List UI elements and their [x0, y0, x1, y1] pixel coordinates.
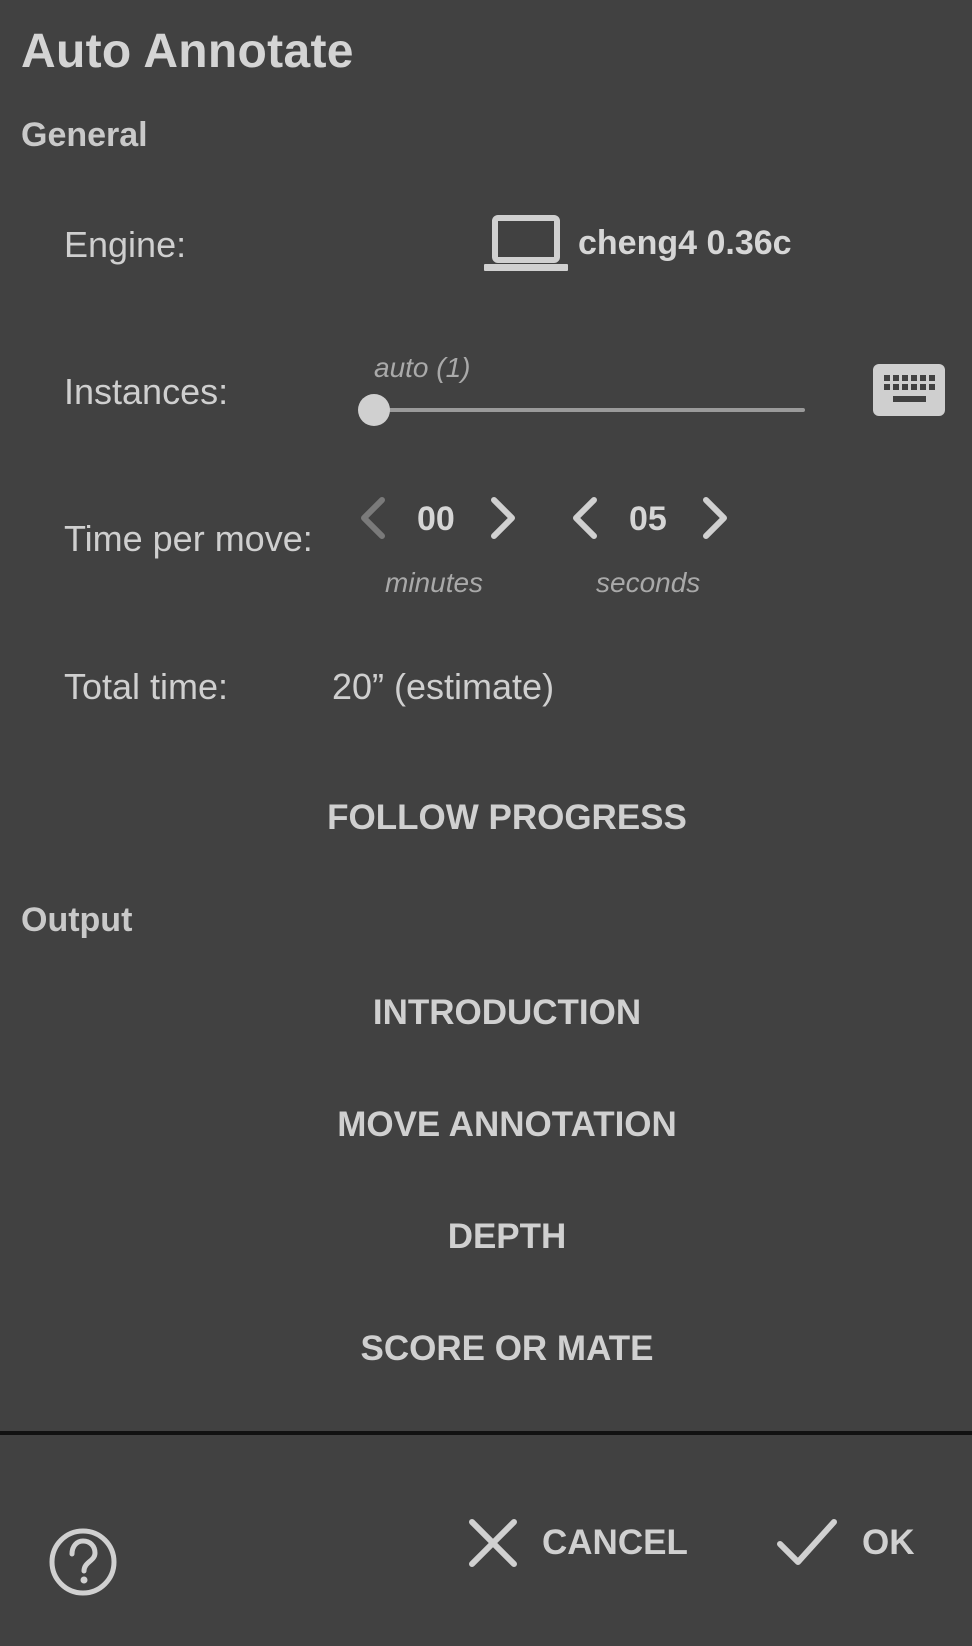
- output-option-score-or-mate[interactable]: SCORE OR MATE: [0, 1329, 972, 1369]
- minutes-increment-button[interactable]: [488, 496, 518, 545]
- instances-label: Instances:: [64, 371, 229, 412]
- section-general-heading: General: [21, 116, 148, 154]
- section-output-heading: Output: [21, 901, 133, 939]
- chevron-left-icon: [361, 497, 385, 539]
- total-time-value: 20” (estimate): [332, 666, 555, 707]
- keyboard-icon: [884, 375, 935, 402]
- ok-button[interactable]: OK: [776, 1516, 915, 1570]
- cancel-label: CANCEL: [542, 1523, 688, 1562]
- total-time-label: Total time:: [64, 666, 229, 707]
- seconds-value: 05: [629, 500, 667, 538]
- dialog-title: Auto Annotate: [21, 25, 354, 78]
- cancel-button[interactable]: CANCEL: [466, 1516, 688, 1570]
- checkmark-icon: [777, 1519, 837, 1565]
- footer-divider: [0, 1431, 972, 1435]
- instances-slider-thumb[interactable]: [358, 394, 390, 426]
- help-button[interactable]: [47, 1526, 119, 1603]
- laptop-icon: [484, 215, 568, 271]
- output-option-depth[interactable]: DEPTH: [0, 1217, 972, 1257]
- engine-selector[interactable]: [483, 214, 569, 279]
- seconds-unit-label: seconds: [596, 567, 701, 598]
- ok-label: OK: [862, 1523, 915, 1562]
- close-icon: [469, 1519, 517, 1567]
- instances-slider-track[interactable]: [373, 408, 805, 412]
- minutes-value: 00: [417, 500, 455, 538]
- time-per-move-label: Time per move:: [64, 518, 313, 559]
- chevron-left-icon: [573, 497, 597, 539]
- seconds-decrement-button[interactable]: [570, 496, 600, 545]
- chevron-right-icon: [703, 497, 727, 539]
- seconds-increment-button[interactable]: [700, 496, 730, 545]
- engine-name[interactable]: cheng4 0.36c: [578, 224, 792, 263]
- instances-hint: auto (1): [374, 352, 471, 383]
- output-option-move-annotation[interactable]: MOVE ANNOTATION: [0, 1105, 972, 1145]
- chevron-right-icon: [491, 497, 515, 539]
- engine-label: Engine:: [64, 224, 187, 265]
- keyboard-input-button[interactable]: [873, 364, 945, 416]
- help-circle-icon: [49, 1528, 117, 1596]
- minutes-unit-label: minutes: [385, 567, 484, 598]
- output-option-introduction[interactable]: INTRODUCTION: [0, 993, 972, 1033]
- minutes-decrement-button[interactable]: [358, 496, 388, 545]
- follow-progress-button[interactable]: FOLLOW PROGRESS: [0, 798, 972, 838]
